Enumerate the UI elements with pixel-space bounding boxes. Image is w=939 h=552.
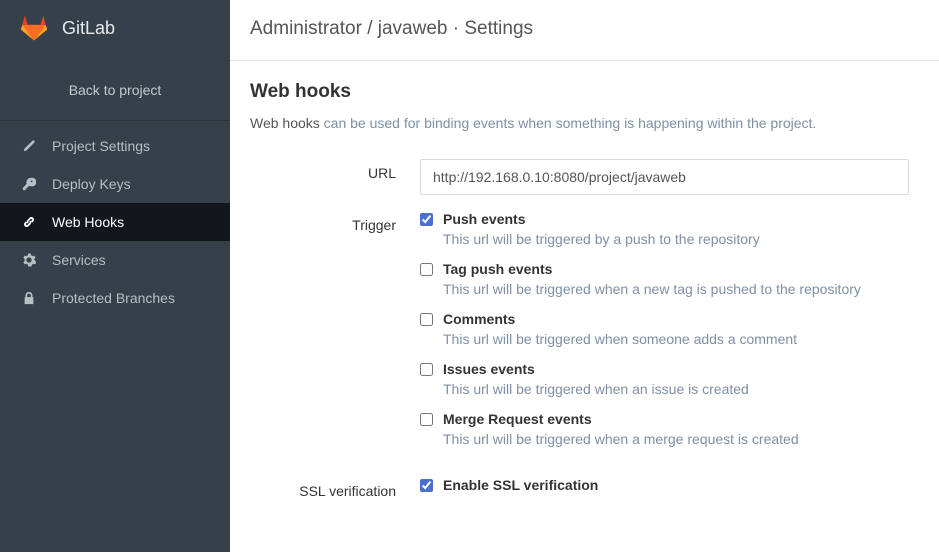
checkbox-push-events[interactable] bbox=[420, 213, 433, 226]
sidebar: GitLab Back to project Project Settings … bbox=[0, 0, 230, 552]
checkbox-issues-events[interactable] bbox=[420, 363, 433, 376]
trigger-desc: This url will be triggered when a merge … bbox=[443, 431, 909, 447]
key-icon bbox=[20, 177, 38, 191]
ssl-checkbox-label: Enable SSL verification bbox=[443, 477, 598, 493]
logo-row: GitLab bbox=[0, 0, 230, 60]
brand-name: GitLab bbox=[62, 18, 115, 39]
trigger-desc: This url will be triggered by a push to … bbox=[443, 231, 909, 247]
desc-muted: can be used for binding events when some… bbox=[324, 115, 817, 131]
nav-label: Project Settings bbox=[52, 138, 150, 154]
trigger-comments: Comments This url will be triggered when… bbox=[420, 311, 909, 347]
breadcrumb: Administrator / javaweb · Settings bbox=[230, 0, 939, 61]
breadcrumb-owner[interactable]: Administrator bbox=[250, 18, 362, 39]
checkbox-comments[interactable] bbox=[420, 313, 433, 326]
trigger-push-events: Push events This url will be triggered b… bbox=[420, 211, 909, 247]
nav-label: Protected Branches bbox=[52, 290, 175, 306]
trigger-issues-events: Issues events This url will be triggered… bbox=[420, 361, 909, 397]
settings-nav: Project Settings Deploy Keys Web Hooks S… bbox=[0, 127, 230, 317]
trigger-tag-push-events: Tag push events This url will be trigger… bbox=[420, 261, 909, 297]
trigger-desc: This url will be triggered when a new ta… bbox=[443, 281, 909, 297]
page-description: Web hooks can be used for binding events… bbox=[250, 115, 909, 131]
trigger-desc: This url will be triggered when an issue… bbox=[443, 381, 909, 397]
nav-item-project-settings[interactable]: Project Settings bbox=[0, 127, 230, 165]
trigger-label: Trigger bbox=[250, 211, 420, 233]
nav-item-deploy-keys[interactable]: Deploy Keys bbox=[0, 165, 230, 203]
checkbox-merge-request-events[interactable] bbox=[420, 413, 433, 426]
trigger-list: Push events This url will be triggered b… bbox=[420, 211, 909, 447]
main-content: Administrator / javaweb · Settings Web h… bbox=[230, 0, 939, 552]
breadcrumb-page: Settings bbox=[464, 18, 533, 39]
checkbox-enable-ssl[interactable] bbox=[420, 479, 433, 492]
checkbox-tag-push-events[interactable] bbox=[420, 263, 433, 276]
nav-label: Web Hooks bbox=[52, 214, 124, 230]
lock-icon bbox=[20, 291, 38, 305]
gear-icon bbox=[20, 253, 38, 267]
page-title: Web hooks bbox=[250, 81, 909, 103]
trigger-merge-request-events: Merge Request events This url will be tr… bbox=[420, 411, 909, 447]
pencil-icon bbox=[20, 139, 38, 153]
trigger-title: Push events bbox=[443, 211, 525, 227]
trigger-title: Tag push events bbox=[443, 261, 552, 277]
nav-item-protected-branches[interactable]: Protected Branches bbox=[0, 279, 230, 317]
nav-item-web-hooks[interactable]: Web Hooks bbox=[0, 203, 230, 241]
breadcrumb-project[interactable]: javaweb bbox=[378, 18, 448, 39]
trigger-title: Comments bbox=[443, 311, 515, 327]
url-label: URL bbox=[250, 159, 420, 181]
trigger-desc: This url will be triggered when someone … bbox=[443, 331, 909, 347]
trigger-title: Issues events bbox=[443, 361, 535, 377]
desc-prefix: Web hooks bbox=[250, 115, 324, 131]
trigger-title: Merge Request events bbox=[443, 411, 592, 427]
link-icon bbox=[20, 215, 38, 229]
nav-item-services[interactable]: Services bbox=[0, 241, 230, 279]
nav-label: Services bbox=[52, 252, 106, 268]
nav-label: Deploy Keys bbox=[52, 176, 131, 192]
back-to-project-link[interactable]: Back to project bbox=[0, 60, 230, 121]
ssl-label: SSL verification bbox=[250, 477, 420, 499]
gitlab-logo-icon bbox=[20, 14, 48, 42]
url-input[interactable] bbox=[420, 159, 909, 195]
